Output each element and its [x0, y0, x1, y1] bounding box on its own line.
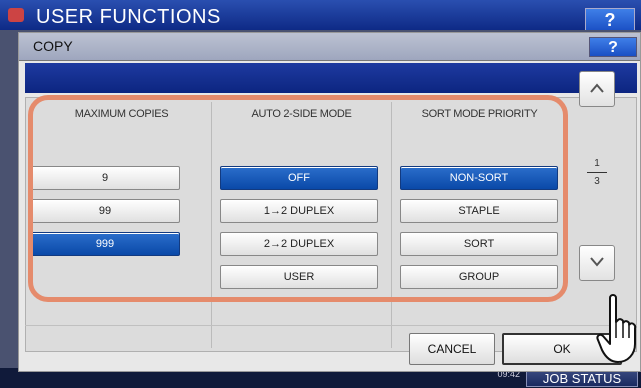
- dialog-header-bar: [25, 63, 637, 93]
- auto-2-side-mode-header: AUTO 2-SIDE MODE: [251, 108, 352, 120]
- page-total: 3: [594, 176, 600, 187]
- background-title: USER FUNCTIONS: [36, 6, 221, 28]
- duplex-option-user[interactable]: USER: [220, 265, 378, 289]
- settings-panel: MAXIMUM COPIES 9 99 999 AUTO 2-SIDE MODE…: [25, 97, 637, 352]
- sort-mode-priority-header: SORT MODE PRIORITY: [421, 108, 538, 120]
- sort-option-staple[interactable]: STAPLE: [400, 199, 558, 223]
- copies-option-99[interactable]: 99: [30, 199, 180, 223]
- chevron-up-icon: [590, 83, 604, 93]
- app-logo-icon: [8, 8, 24, 22]
- auto-2-side-mode-column: AUTO 2-SIDE MODE OFF 1→2 DUPLEX 2→2 DUPL…: [212, 102, 392, 348]
- scroll-down-button[interactable]: [579, 245, 615, 281]
- hand-pointer-icon: [596, 294, 637, 363]
- duplex-option-2-to-2[interactable]: 2→2 DUPLEX: [220, 232, 378, 256]
- chevron-down-icon: [590, 257, 604, 267]
- sort-option-non-sort[interactable]: NON-SORT: [400, 166, 558, 190]
- maximum-copies-column: MAXIMUM COPIES 9 99 999: [30, 102, 212, 348]
- help-button[interactable]: ?: [589, 37, 637, 57]
- scroll-up-button[interactable]: [579, 71, 615, 107]
- dialog-titlebar: COPY ?: [19, 33, 640, 61]
- maximum-copies-header: MAXIMUM COPIES: [74, 108, 169, 120]
- copies-option-999[interactable]: 999: [30, 232, 180, 256]
- sort-option-group[interactable]: GROUP: [400, 265, 558, 289]
- page-indicator: 1 3: [581, 158, 613, 187]
- duplex-option-off[interactable]: OFF: [220, 166, 378, 190]
- copies-option-9[interactable]: 9: [30, 166, 180, 190]
- page-current: 1: [594, 158, 600, 169]
- sort-mode-priority-column: SORT MODE PRIORITY NON-SORT STAPLE SORT …: [392, 102, 567, 348]
- background-help-button[interactable]: ?: [585, 8, 635, 32]
- dialog-title: COPY: [33, 38, 73, 54]
- sort-option-sort[interactable]: SORT: [400, 232, 558, 256]
- duplex-option-1-to-2[interactable]: 1→2 DUPLEX: [220, 199, 378, 223]
- copy-settings-dialog: COPY ? MAXIMUM COPIES 9 99 999 AUTO 2-SI…: [18, 32, 641, 372]
- cancel-button[interactable]: CANCEL: [409, 333, 495, 365]
- page-divider: [587, 172, 607, 173]
